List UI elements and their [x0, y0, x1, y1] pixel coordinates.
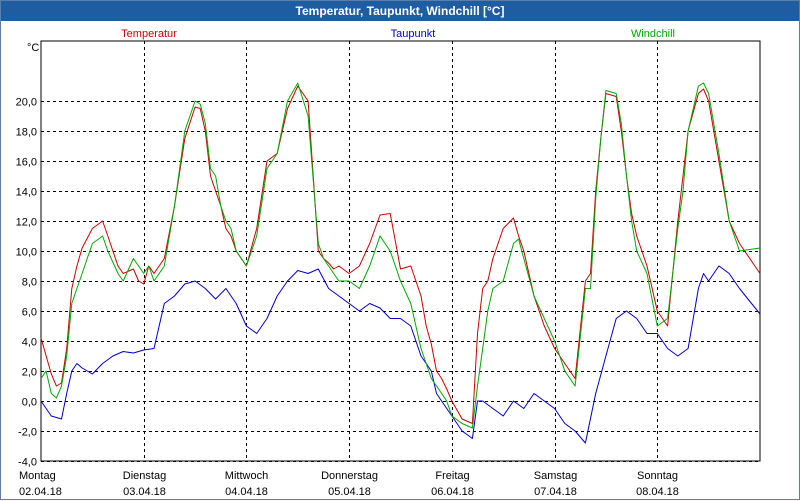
x-day-label: Montag — [19, 470, 56, 482]
y-tick-label: 0,0 — [22, 397, 37, 409]
legend-item-windchill: Windchill — [631, 28, 675, 40]
y-tick-label: -2,0 — [18, 427, 37, 439]
x-date-label: 04.04.18 — [225, 486, 268, 498]
x-day-label: Dienstag — [123, 470, 166, 482]
x-day-label: Donnerstag — [321, 470, 378, 482]
y-tick-label: 8,0 — [22, 277, 37, 289]
x-date-label: 03.04.18 — [123, 486, 166, 498]
legend: Temperatur Taupunkt Windchill — [121, 28, 675, 40]
plot-frame — [40, 40, 761, 462]
y-tick-label: 20,0 — [16, 97, 37, 109]
y-tick-label: 2,0 — [22, 367, 37, 379]
x-date-label: 06.04.18 — [431, 486, 474, 498]
x-day-label: Sonntag — [637, 470, 678, 482]
x-day-label: Freitag — [435, 470, 469, 482]
y-tick-label: 10,0 — [16, 247, 37, 259]
x-date-label: 02.04.18 — [19, 486, 62, 498]
y-tick-label: 16,0 — [16, 157, 37, 169]
x-date-label: 07.04.18 — [534, 486, 577, 498]
x-date-label: 05.04.18 — [328, 486, 371, 498]
y-tick-label: 18,0 — [16, 127, 37, 139]
y-tick-label: 4,0 — [22, 337, 37, 349]
chart-svg: -4,0 -2,0 0,0 2,0 4,0 6,0 8,0 10,0 12,0 14,0 16,0 1… — [16, 28, 761, 498]
chart-window: Temperatur, Taupunkt, Windchill [°C] -4,… — [0, 0, 800, 500]
y-tick-label: 14,0 — [16, 187, 37, 199]
plot-area — [40, 40, 761, 462]
y-axis-unit: °C — [27, 42, 39, 54]
x-day-label: Mittwoch — [225, 470, 268, 482]
y-tick-label: 6,0 — [22, 307, 37, 319]
x-day-label: Samstag — [534, 470, 577, 482]
legend-item-temperatur: Temperatur — [121, 28, 177, 40]
y-tick-label: 12,0 — [16, 217, 37, 229]
legend-item-taupunkt: Taupunkt — [391, 28, 436, 40]
y-tick-label: -4,0 — [18, 457, 37, 469]
x-date-label: 08.04.18 — [636, 486, 679, 498]
